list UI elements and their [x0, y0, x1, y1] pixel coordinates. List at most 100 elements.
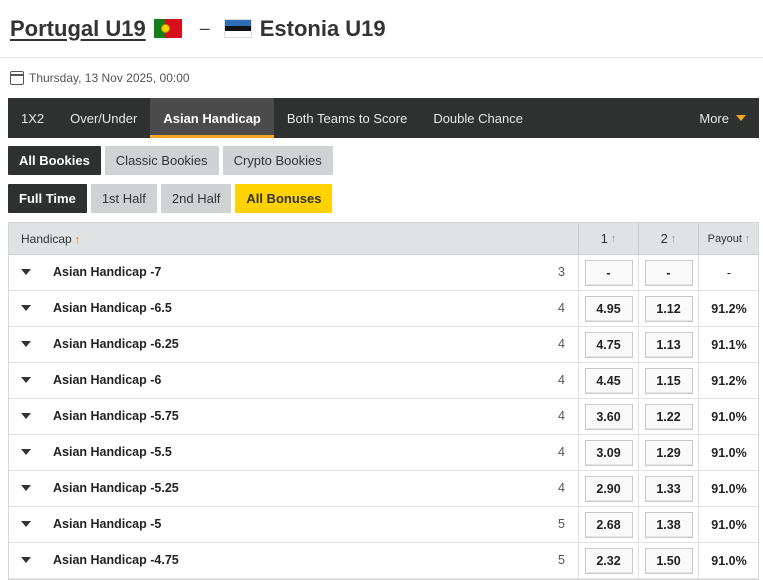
all-bookies-button[interactable]: All Bookies: [8, 146, 101, 175]
expand-triangle-icon[interactable]: [21, 377, 31, 383]
odd-1-button[interactable]: -: [584, 259, 633, 286]
teams-separator: –: [199, 18, 210, 38]
odd-2-cell: 1.15: [638, 363, 698, 398]
handicap-header-label: Handicap: [21, 232, 72, 246]
tab-asian-handicap[interactable]: Asian Handicap: [150, 98, 274, 138]
odd-2-cell: 1.38: [638, 507, 698, 542]
payout-value: 91.0%: [711, 481, 747, 496]
expand-triangle-icon[interactable]: [21, 557, 31, 563]
odd-1-button[interactable]: 2.32: [584, 547, 633, 574]
payout-value: 91.0%: [711, 445, 747, 460]
tab-1x2[interactable]: 1X2: [8, 98, 57, 138]
handicap-name: Asian Handicap -6.5: [53, 301, 172, 315]
payout-value: 91.0%: [711, 409, 747, 424]
odd-2-button[interactable]: 1.33: [644, 475, 693, 502]
full-time-button[interactable]: Full Time: [8, 184, 87, 213]
table-row[interactable]: Asian Handicap -5 5 2.68 1.38 91.0%: [9, 507, 758, 543]
home-team-link[interactable]: Portugal U19: [10, 16, 146, 42]
table-header: Handicap ↑ 1 ↑ 2 ↑ Payout ↑: [9, 223, 758, 255]
odd-2-button[interactable]: 1.12: [644, 295, 693, 322]
bookmaker-count: 4: [558, 409, 565, 423]
payout-cell: 91.0%: [698, 435, 759, 470]
bookmaker-count: 4: [558, 337, 565, 351]
odd-1-button[interactable]: 4.45: [584, 367, 633, 394]
bookmaker-count: 3: [558, 265, 565, 279]
odd-1-button[interactable]: 2.68: [584, 511, 633, 538]
classic-bookies-button[interactable]: Classic Bookies: [104, 146, 219, 175]
bookmaker-count: 4: [558, 373, 565, 387]
handicap-name: Asian Handicap -5.5: [53, 445, 172, 459]
odd-1-button[interactable]: 4.75: [584, 331, 633, 358]
expand-triangle-icon[interactable]: [21, 413, 31, 419]
tab-more[interactable]: More: [686, 98, 759, 138]
odd-1-cell: 4.75: [578, 327, 638, 362]
expand-triangle-icon[interactable]: [21, 269, 31, 275]
odd-1-cell: 3.60: [578, 399, 638, 434]
odd-2-button[interactable]: 1.22: [644, 403, 693, 430]
payout-cell: -: [698, 255, 759, 290]
odd-1-cell: 4.95: [578, 291, 638, 326]
odd-2-button[interactable]: 1.50: [644, 547, 693, 574]
odd-1-button[interactable]: 3.60: [584, 403, 633, 430]
odd-2-button[interactable]: 1.15: [644, 367, 693, 394]
expand-triangle-icon[interactable]: [21, 449, 31, 455]
away-team-name: Estonia U19: [259, 15, 386, 41]
table-row[interactable]: Asian Handicap -6 4 4.45 1.15 91.2%: [9, 363, 758, 399]
tab-over-under[interactable]: Over/Under: [57, 98, 150, 138]
market-tabs: 1X2 Over/Under Asian Handicap Both Teams…: [8, 98, 759, 138]
expand-triangle-icon[interactable]: [21, 521, 31, 527]
table-row[interactable]: Asian Handicap -5.5 4 3.09 1.29 91.0%: [9, 435, 758, 471]
bookmaker-count: 5: [558, 517, 565, 531]
bookmaker-count: 4: [558, 445, 565, 459]
col-2-header[interactable]: 2 ↑: [638, 223, 698, 254]
tab-double-chance[interactable]: Double Chance: [420, 98, 536, 138]
table-row[interactable]: Asian Handicap -4.75 5 2.32 1.50 91.0%: [9, 543, 758, 579]
odd-1-cell: 2.68: [578, 507, 638, 542]
payout-cell: 91.1%: [698, 327, 759, 362]
expand-triangle-icon[interactable]: [21, 485, 31, 491]
tab-both-teams-to-score[interactable]: Both Teams to Score: [274, 98, 420, 138]
match-header: Portugal U19 – Estonia U19: [0, 0, 763, 58]
payout-cell: 91.0%: [698, 399, 759, 434]
table-row[interactable]: Asian Handicap -5.75 4 3.60 1.22 91.0%: [9, 399, 758, 435]
all-bonuses-button[interactable]: All Bonuses: [235, 184, 333, 213]
col-2-label: 2: [660, 231, 668, 246]
odd-1-cell: -: [578, 255, 638, 290]
odd-1-button[interactable]: 4.95: [584, 295, 633, 322]
expand-triangle-icon[interactable]: [21, 305, 31, 311]
payout-cell: 91.2%: [698, 291, 759, 326]
odd-2-button[interactable]: -: [644, 259, 693, 286]
payout-value: 91.0%: [711, 553, 747, 568]
table-row[interactable]: Asian Handicap -7 3 - - -: [9, 255, 758, 291]
payout-header[interactable]: Payout ↑: [698, 223, 759, 254]
sort-arrow-up-icon: ↑: [670, 232, 677, 245]
calendar-icon: [10, 71, 24, 85]
odd-2-button[interactable]: 1.29: [644, 439, 693, 466]
period-filter-group: Full Time 1st Half 2nd Half All Bonuses: [8, 184, 333, 213]
expand-triangle-icon[interactable]: [21, 341, 31, 347]
odd-1-button[interactable]: 3.09: [584, 439, 633, 466]
portugal-flag-icon: [153, 19, 182, 38]
odd-1-cell: 4.45: [578, 363, 638, 398]
odd-2-button[interactable]: 1.13: [644, 331, 693, 358]
handicap-sort-header[interactable]: Handicap ↑: [21, 232, 80, 246]
odd-2-cell: 1.50: [638, 543, 698, 578]
more-label: More: [699, 110, 729, 126]
match-date-row: Thursday, 13 Nov 2025, 00:00: [0, 58, 763, 98]
payout-cell: 91.2%: [698, 363, 759, 398]
first-half-button[interactable]: 1st Half: [90, 184, 157, 213]
table-row[interactable]: Asian Handicap -6.5 4 4.95 1.12 91.2%: [9, 291, 758, 327]
payout-cell: 91.0%: [698, 543, 759, 578]
table-row[interactable]: Asian Handicap -6.25 4 4.75 1.13 91.1%: [9, 327, 758, 363]
odd-2-cell: 1.29: [638, 435, 698, 470]
odd-1-button[interactable]: 2.90: [584, 475, 633, 502]
odd-2-button[interactable]: 1.38: [644, 511, 693, 538]
bookie-filter-group: All Bookies Classic Bookies Crypto Booki…: [8, 146, 333, 175]
col-1-header[interactable]: 1 ↑: [578, 223, 638, 254]
second-half-button[interactable]: 2nd Half: [160, 184, 232, 213]
payout-value: -: [726, 265, 732, 280]
odd-2-cell: 1.12: [638, 291, 698, 326]
table-row[interactable]: Asian Handicap -5.25 4 2.90 1.33 91.0%: [9, 471, 758, 507]
crypto-bookies-button[interactable]: Crypto Bookies: [222, 146, 333, 175]
odd-2-cell: 1.13: [638, 327, 698, 362]
